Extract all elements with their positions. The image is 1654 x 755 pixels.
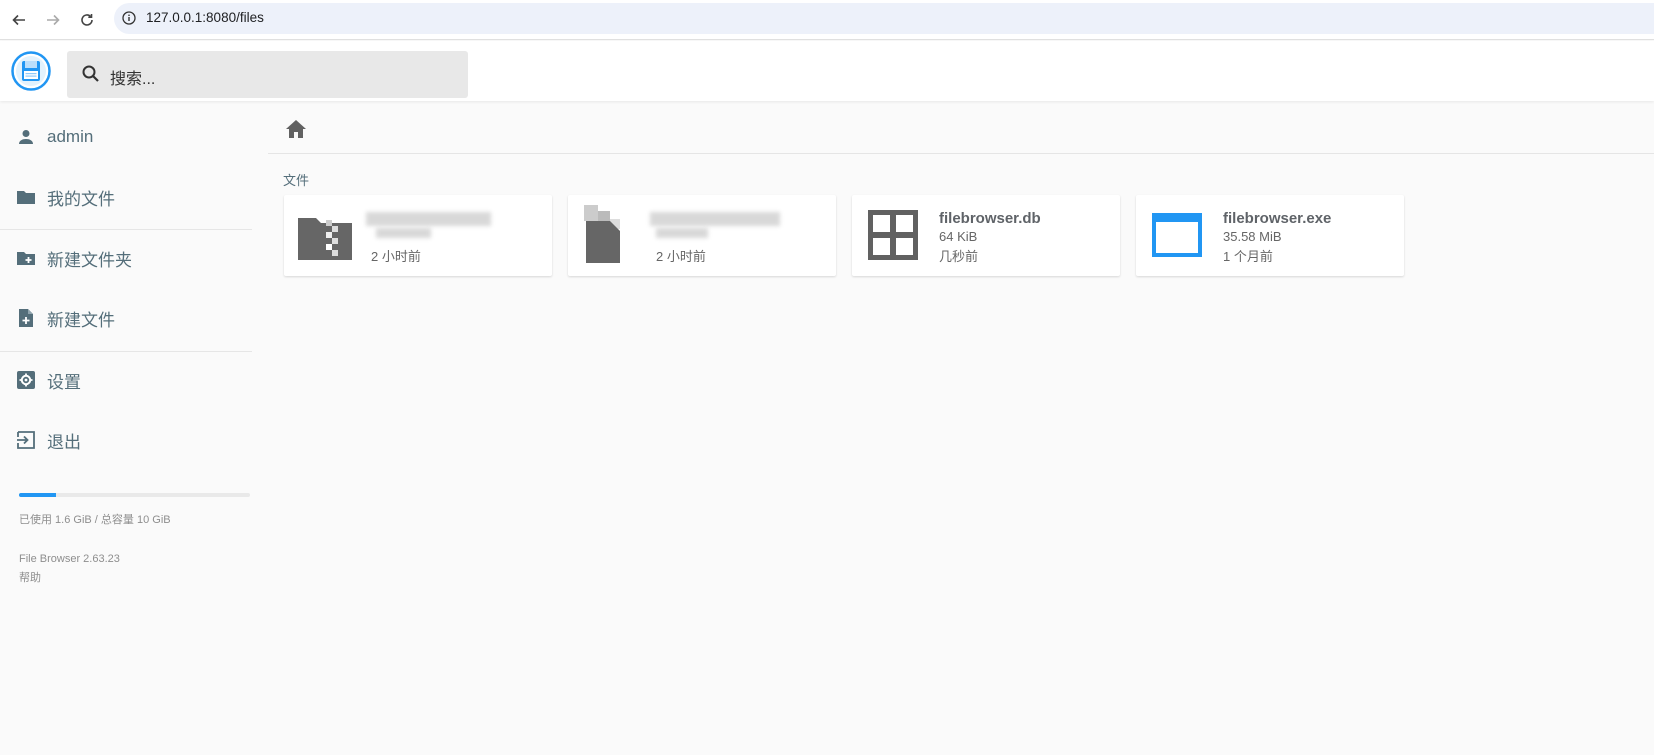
filebrowser-logo[interactable] [11, 51, 51, 91]
archive-file-icon [298, 212, 354, 265]
arrow-right-icon [47, 14, 60, 26]
file-icon [584, 205, 632, 270]
address-bar[interactable]: 127.0.0.1:8080/files [114, 3, 1654, 34]
sidebar-item-label: 设置 [47, 372, 81, 392]
search-icon [81, 64, 101, 89]
sidebar-item-logout[interactable]: 退出 [0, 415, 252, 465]
url-text: 127.0.0.1:8080/files [146, 10, 264, 25]
home-icon [286, 120, 306, 138]
app-version: File Browser 2.63.23 [19, 553, 120, 565]
folder-icon [16, 187, 36, 207]
sidebar-item-label: 新建文件 [47, 310, 115, 330]
file-size: 35.58 MiB [1223, 229, 1282, 244]
search-placeholder: 搜索... [110, 71, 156, 88]
file-modified: 2 小时前 [656, 249, 706, 264]
storage-usage-bar [19, 493, 250, 497]
sidebar-item-new-folder[interactable]: 新建文件夹 [0, 233, 252, 283]
app-header: 搜索... [0, 41, 1654, 101]
search-input[interactable]: 搜索... [67, 51, 468, 98]
file-size: 64 KiB [939, 229, 978, 244]
storage-usage-fill [19, 493, 56, 497]
sidebar-divider [0, 351, 252, 352]
blurred-filesize [656, 228, 708, 238]
database-grid-icon [868, 210, 918, 265]
file-card[interactable]: 2 小时前 [568, 195, 836, 276]
back-button[interactable] [6, 7, 32, 33]
section-title: 文件 [283, 173, 310, 188]
breadcrumb-divider [268, 153, 1654, 154]
new-file-icon [16, 308, 36, 328]
user-icon [16, 127, 36, 147]
blurred-filesize [376, 228, 431, 238]
sidebar-item-label: 新建文件夹 [47, 250, 132, 270]
file-modified: 2 小时前 [371, 249, 421, 264]
floppy-logo-icon [11, 51, 51, 91]
blurred-filename [650, 212, 780, 226]
help-link[interactable]: 帮助 [19, 569, 41, 585]
reload-icon [81, 14, 93, 26]
file-name: filebrowser.exe [1223, 210, 1332, 227]
file-card[interactable]: filebrowser.db 64 KiB 几秒前 [852, 195, 1120, 276]
sidebar-item-new-file[interactable]: 新建文件 [0, 293, 252, 343]
file-card[interactable]: 2 小时前 [284, 195, 552, 276]
sidebar-item-my-files[interactable]: 我的文件 [0, 172, 252, 222]
site-info-icon[interactable] [122, 11, 136, 30]
sidebar-item-label: 退出 [47, 432, 81, 452]
sidebar-divider [0, 229, 252, 230]
storage-usage-text: 已使用 1.6 GiB / 总容量 10 GiB [19, 514, 171, 526]
blurred-filename [366, 212, 491, 226]
settings-icon [16, 370, 36, 390]
arrow-left-icon [12, 14, 25, 26]
new-folder-icon [16, 248, 36, 268]
application-window-icon [1152, 213, 1202, 262]
browser-toolbar: 127.0.0.1:8080/files [0, 0, 1654, 40]
reload-button[interactable] [74, 7, 100, 33]
logout-icon [16, 430, 36, 450]
sidebar-item-settings[interactable]: 设置 [0, 355, 252, 405]
file-modified: 几秒前 [939, 249, 979, 264]
breadcrumb-home[interactable] [284, 118, 308, 145]
sidebar-user-label: admin [47, 127, 94, 146]
file-modified: 1 个月前 [1223, 249, 1273, 264]
file-card[interactable]: filebrowser.exe 35.58 MiB 1 个月前 [1136, 195, 1404, 276]
sidebar-item-user[interactable]: admin [0, 112, 252, 162]
forward-button[interactable] [40, 7, 66, 33]
sidebar: admin 我的文件 新建文件夹 新建文件 设置 退出 已使用 1.6 GiB … [0, 102, 252, 755]
file-name: filebrowser.db [939, 210, 1041, 227]
sidebar-item-label: 我的文件 [47, 189, 115, 209]
